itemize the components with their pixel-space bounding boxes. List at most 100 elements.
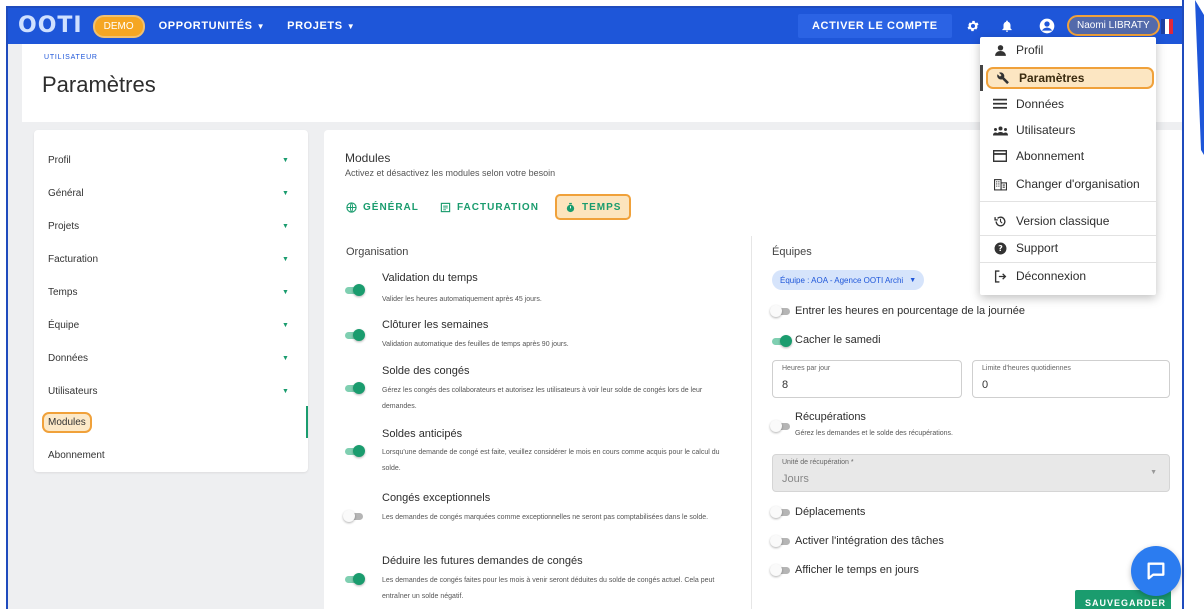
person-icon: [992, 44, 1008, 57]
option-title: Solde des congés: [382, 365, 470, 377]
field-label: Heures par jour: [782, 365, 831, 372]
menu-item-support[interactable]: ? Support: [980, 235, 1156, 261]
chat-button[interactable]: [1131, 546, 1181, 596]
chevron-down-icon: ▼: [282, 321, 289, 329]
gear-icon[interactable]: [964, 17, 982, 35]
menu-item-label: Version classique: [1016, 214, 1110, 228]
sidebar-item-utilisateurs[interactable]: Utilisateurs ▼: [34, 375, 308, 407]
toggle-conges-exceptionnels[interactable]: [343, 510, 365, 522]
sidebar-item-temps[interactable]: Temps ▼: [34, 276, 308, 308]
menu-item-label: Profil: [1016, 43, 1044, 57]
tab-general-label: GÉNÉRAL: [363, 201, 419, 213]
tab-facturation[interactable]: FACTURATION: [440, 194, 539, 220]
chevron-down-icon: ▼: [282, 354, 289, 362]
option-label: Récupérations: [795, 411, 866, 423]
field-value: Jours: [782, 473, 809, 485]
option-description: Gérez les demandes et le solde des récup…: [795, 430, 953, 437]
toggle-cacher-samedi[interactable]: [770, 335, 792, 347]
sidebar-item-label: Données: [48, 352, 89, 364]
french-flag-icon[interactable]: [1161, 19, 1173, 34]
option-description: Les demandes de congés marquées comme ex…: [382, 514, 709, 521]
card-icon: [992, 150, 1008, 162]
tab-general[interactable]: GÉNÉRAL: [346, 194, 419, 220]
menu-item-abonnement[interactable]: Abonnement: [980, 143, 1156, 169]
sidebar-item-label: Équipe: [48, 319, 80, 331]
chevron-down-icon: ▼: [282, 222, 289, 230]
page-title: Paramètres: [42, 72, 156, 97]
chevron-down-icon: ▼: [282, 156, 289, 164]
bell-icon[interactable]: [998, 17, 1016, 35]
list-icon: [992, 98, 1008, 110]
recup-unit-select[interactable]: Unité de récupération * Jours ▼: [772, 454, 1170, 492]
menu-item-utilisateurs[interactable]: Utilisateurs: [980, 117, 1156, 143]
toggle-cloturer-semaines[interactable]: [343, 329, 365, 341]
help-icon: ?: [992, 242, 1008, 255]
sidebar-item-label: Profil: [48, 154, 71, 166]
sidebar-item-modules[interactable]: Modules: [34, 406, 308, 438]
toggle-heures-pourcentage[interactable]: [770, 305, 792, 317]
equipes-heading: Équipes: [772, 246, 812, 258]
toggle-deplacements[interactable]: [770, 506, 792, 518]
sidebar-item-equipe[interactable]: Équipe ▼: [34, 309, 308, 341]
ooti-logo[interactable]: OOTI: [18, 15, 83, 37]
chevron-down-icon: ▼: [282, 288, 289, 296]
demo-badge: DEMO: [92, 14, 145, 38]
activate-account-button[interactable]: ACTIVER LE COMPTE: [798, 14, 952, 38]
menu-item-label: Paramètres: [1019, 71, 1085, 85]
option-title: Soldes anticipés: [382, 428, 463, 440]
account-icon[interactable]: [1038, 17, 1056, 35]
nav-projets-label: PROJETS: [287, 20, 343, 32]
menu-item-deconnexion[interactable]: Déconnexion: [980, 263, 1156, 289]
sidebar-item-label: Modules: [42, 411, 92, 433]
team-select[interactable]: Équipe : AOA - Agence OOTI Archi ▼: [772, 270, 925, 290]
invoice-icon: [440, 202, 451, 212]
sidebar-item-label: Utilisateurs: [48, 385, 98, 397]
option-label: Cacher le samedi: [795, 334, 881, 346]
toggle-soldes-anticipes[interactable]: [343, 445, 365, 457]
option-title: Validation du temps: [382, 272, 478, 284]
history-icon: [992, 215, 1008, 228]
tab-facturation-label: FACTURATION: [457, 201, 539, 213]
menu-item-label: Changer d'organisation: [1016, 177, 1140, 191]
hours-per-day-field[interactable]: Heures par jour 8: [772, 360, 962, 398]
toggle-temps-en-jours[interactable]: [770, 564, 792, 576]
menu-item-profil[interactable]: Profil: [980, 37, 1156, 63]
sidebar-item-label: Projets: [48, 220, 80, 232]
sidebar-item-abonnement[interactable]: Abonnement: [34, 439, 308, 471]
daily-limit-field[interactable]: Limite d'heures quotidiennes 0: [972, 360, 1170, 398]
option-title: Déduire les futures demandes de congés: [382, 555, 583, 567]
chevron-down-icon: ▼: [256, 21, 266, 31]
tab-temps-label: TEMPS: [582, 201, 622, 213]
sidebar-item-profil[interactable]: Profil ▼: [34, 144, 308, 176]
sidebar-item-general[interactable]: Général ▼: [34, 177, 308, 209]
toggle-deduire-futures-demandes[interactable]: [343, 573, 365, 585]
sidebar-item-donnees[interactable]: Données ▼: [34, 342, 308, 374]
sidebar-item-projets[interactable]: Projets ▼: [34, 210, 308, 242]
option-title: Clôturer les semaines: [382, 319, 489, 331]
logout-icon: [992, 269, 1008, 283]
building-icon: [992, 178, 1008, 191]
user-menu: Profil Paramètres Données Utilisateurs A…: [980, 37, 1156, 295]
menu-item-label: Déconnexion: [1016, 269, 1087, 283]
toggle-validation-temps[interactable]: [343, 284, 365, 296]
toggle-recuperations[interactable]: [770, 420, 792, 432]
user-name-button[interactable]: Naomi LIBRATY: [1067, 15, 1160, 36]
nav-projets[interactable]: PROJETS ▼: [287, 20, 355, 32]
toggle-solde-conges[interactable]: [343, 382, 365, 394]
menu-item-donnees[interactable]: Données: [980, 91, 1156, 117]
menu-item-parametres[interactable]: Paramètres: [980, 65, 1156, 91]
menu-item-label: Utilisateurs: [1016, 123, 1076, 137]
decorative-corner: [1187, 0, 1204, 170]
menu-item-changer-organisation[interactable]: Changer d'organisation: [980, 171, 1156, 197]
option-description: Validation automatique des feuilles de t…: [382, 341, 569, 348]
tab-temps[interactable]: TEMPS: [555, 194, 632, 220]
sidebar-item-facturation[interactable]: Facturation ▼: [34, 243, 308, 275]
globe-icon: [346, 201, 357, 213]
nav-opportunites[interactable]: OPPORTUNITÉS ▼: [159, 20, 266, 32]
group-icon: [992, 125, 1008, 136]
chevron-down-icon: ▼: [282, 387, 289, 395]
menu-item-version-classique[interactable]: Version classique: [980, 208, 1156, 234]
sidebar-item-label: Général: [48, 187, 84, 199]
chevron-down-icon: ▼: [282, 255, 289, 263]
toggle-integration-taches[interactable]: [770, 535, 792, 547]
